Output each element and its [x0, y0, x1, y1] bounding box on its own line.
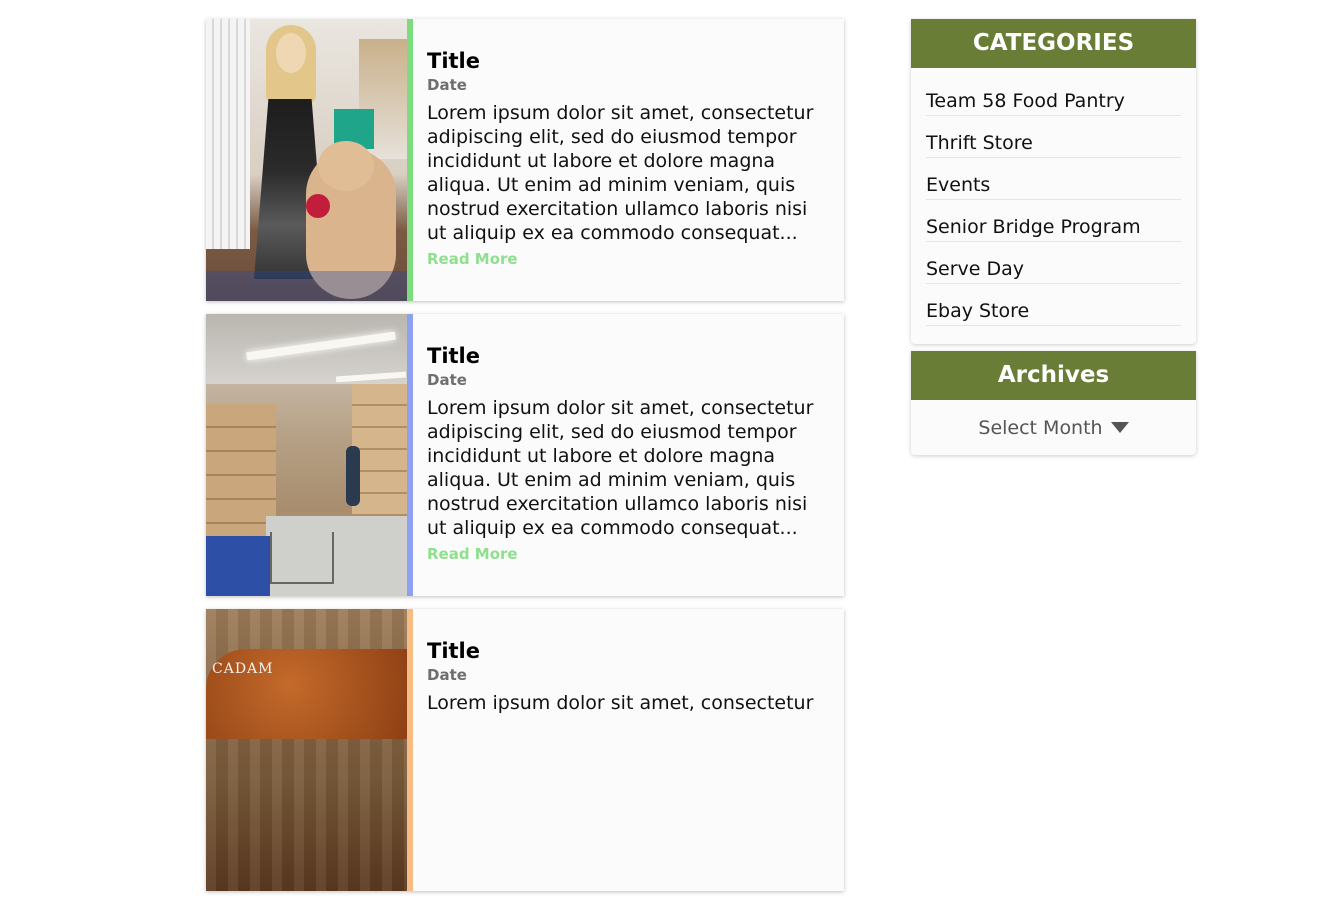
category-item-ebay-store[interactable]: Ebay Store — [926, 284, 1181, 326]
floor — [206, 271, 407, 301]
teddy-bear-head — [318, 141, 374, 191]
shopping-cart — [270, 532, 334, 584]
post-image[interactable] — [206, 19, 407, 301]
archives-panel: Archives Select Month — [911, 351, 1196, 455]
post-body: Title Date Lorem ipsum dolor sit amet, c… — [413, 19, 844, 301]
post-body: Title Date Lorem ipsum dolor sit amet, c… — [413, 314, 844, 596]
shoe-brand-text: CADAM — [212, 661, 274, 677]
read-more-link[interactable]: Read More — [427, 545, 518, 563]
post-excerpt: Lorem ipsum dolor sit amet, consectetur … — [427, 397, 814, 539]
post-list: Title Date Lorem ipsum dolor sit amet, c… — [206, 19, 844, 904]
post-card: Title Date Lorem ipsum dolor sit amet, c… — [206, 314, 844, 596]
sidebar: CATEGORIES Team 58 Food Pantry Thrift St… — [911, 19, 1196, 462]
category-item-serve-day[interactable]: Serve Day — [926, 242, 1181, 284]
categories-heading: CATEGORIES — [911, 19, 1196, 68]
category-item-team-58-food-pantry[interactable]: Team 58 Food Pantry — [926, 86, 1181, 116]
category-item-thrift-store[interactable]: Thrift Store — [926, 116, 1181, 158]
post-date: Date — [427, 666, 467, 684]
categories-panel: CATEGORIES Team 58 Food Pantry Thrift St… — [911, 19, 1196, 344]
archive-select-label: Select Month — [978, 416, 1103, 439]
category-list: Team 58 Food Pantry Thrift Store Events … — [911, 68, 1196, 344]
mannequin-head — [276, 33, 306, 73]
read-more-link[interactable]: Read More — [427, 250, 518, 268]
archives-heading: Archives — [911, 351, 1196, 400]
clothing-rack — [206, 19, 250, 249]
post-title[interactable]: Title — [427, 47, 830, 75]
category-item-senior-bridge-program[interactable]: Senior Bridge Program — [926, 200, 1181, 242]
post-card: CADAM Title Date Lorem ipsum dolor sit a… — [206, 609, 844, 891]
post-excerpt: Lorem ipsum dolor sit amet, consectetur … — [427, 102, 814, 244]
post-body: Title Date Lorem ipsum dolor sit amet, c… — [413, 609, 844, 891]
post-date: Date — [427, 371, 467, 389]
post-image[interactable] — [206, 314, 407, 596]
post-image[interactable]: CADAM — [206, 609, 407, 891]
post-excerpt: Lorem ipsum dolor sit amet, consectetur — [427, 692, 814, 714]
category-item-events[interactable]: Events — [926, 158, 1181, 200]
person — [346, 446, 360, 506]
caret-down-icon — [1110, 422, 1129, 433]
post-date: Date — [427, 76, 467, 94]
post-card: Title Date Lorem ipsum dolor sit amet, c… — [206, 19, 844, 301]
heart-decoration — [306, 194, 330, 218]
post-title[interactable]: Title — [427, 342, 830, 370]
post-title[interactable]: Title — [427, 637, 830, 665]
blue-bin — [206, 536, 270, 596]
archive-month-select[interactable]: Select Month — [911, 400, 1196, 455]
